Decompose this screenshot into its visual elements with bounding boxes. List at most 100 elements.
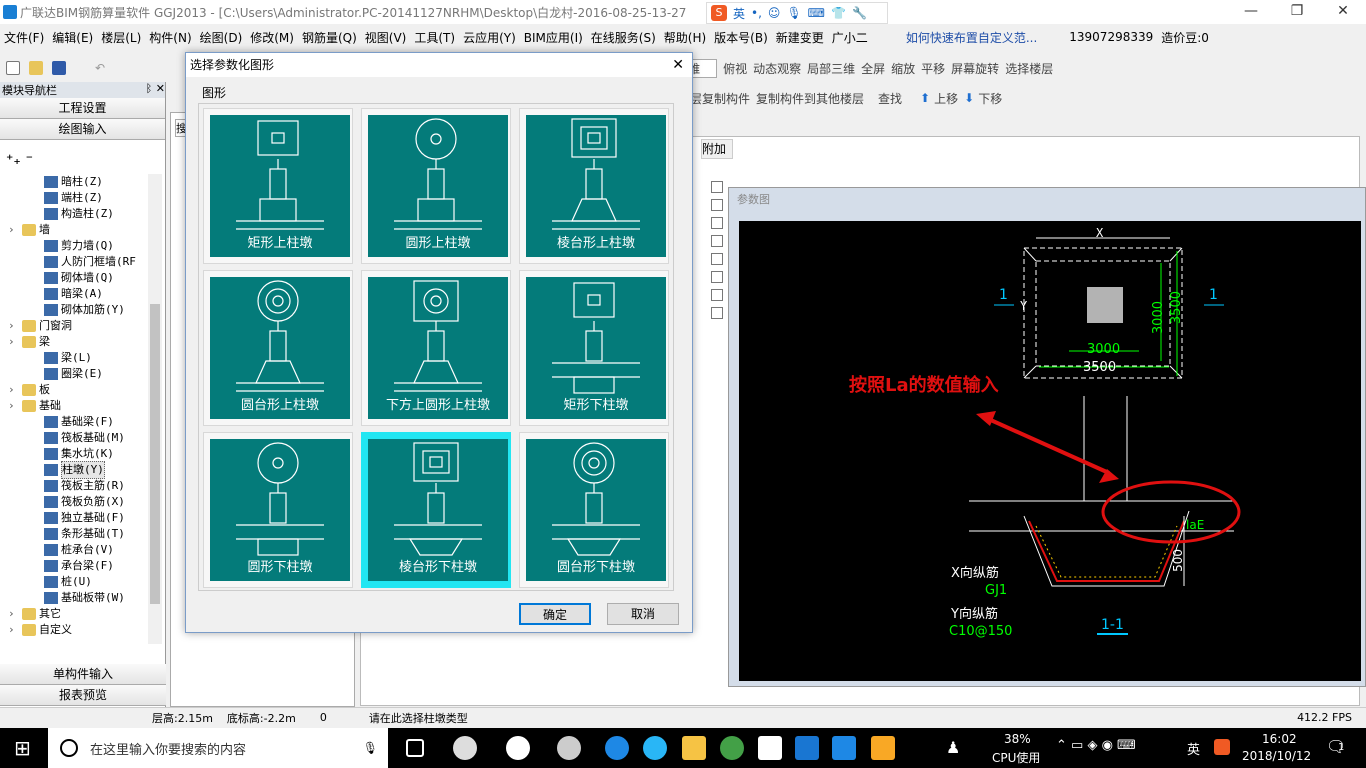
clock-date[interactable]: 2018/10/12 [1242, 749, 1311, 763]
keyboard-icon[interactable]: ⌨ [808, 6, 825, 20]
glodon-ggj-icon[interactable] [832, 736, 856, 760]
copy-to-other-floor-button[interactable]: 复制构件到其他楼层 [756, 90, 864, 107]
single-component-input-button[interactable]: 单构件输入 [0, 664, 166, 685]
expand-chevron-icon[interactable]: › [8, 334, 18, 350]
partial-3d-button[interactable]: 局部三维 [807, 60, 855, 77]
help-link[interactable]: 如何快速布置自定义范... [902, 29, 1041, 46]
shape-option[interactable]: 棱台形上柱墩 [519, 108, 669, 264]
taskbar-search[interactable]: 在这里输入你要搜索的内容 🎙 [48, 728, 388, 768]
menu-version[interactable]: 版本号(B) [710, 29, 772, 46]
expand-chevron-icon[interactable]: › [8, 398, 18, 414]
zoom-button[interactable]: 缩放 [891, 60, 915, 77]
dialog-close-button[interactable]: ✕ [672, 53, 684, 77]
tray-icons[interactable]: ⌃ ▭ ◈ ◉ ⌨ [1056, 738, 1136, 753]
people-icon[interactable]: ♟ [946, 738, 960, 757]
shape-option[interactable]: 矩形下柱墩 [519, 270, 669, 426]
expand-chevron-icon[interactable]: › [8, 318, 18, 334]
skin-icon[interactable]: 👕 [831, 6, 846, 20]
tree-item[interactable]: 集水坑(K) [0, 446, 150, 462]
menu-online[interactable]: 在线服务(S) [587, 29, 660, 46]
tree-item[interactable]: › 基础 [0, 398, 150, 414]
shape-option[interactable]: 圆台形下柱墩 [519, 432, 669, 588]
pin-close-icons[interactable]: ᛒ ✕ [146, 82, 165, 98]
tree-item[interactable]: 端柱(Z) [0, 190, 150, 206]
select-floor-button[interactable]: 选择楼层 [1005, 60, 1053, 77]
tree-item[interactable]: 条形基础(T) [0, 526, 150, 542]
menu-component[interactable]: 构件(N) [145, 29, 195, 46]
tree-item[interactable]: › 其它 [0, 606, 150, 622]
tree-scrollbar[interactable] [148, 174, 162, 644]
pan-button[interactable]: 平移 [921, 60, 945, 77]
tree-item[interactable]: 圈梁(E) [0, 366, 150, 382]
menu-tools[interactable]: 工具(T) [410, 29, 459, 46]
shape-option[interactable]: 圆形下柱墩 [203, 432, 353, 588]
green-app-icon[interactable] [720, 736, 744, 760]
tree-item[interactable]: 桩承台(V) [0, 542, 150, 558]
menu-rebar[interactable]: 钢筋量(Q) [298, 29, 361, 46]
new-file-icon[interactable] [6, 61, 23, 75]
save-icon[interactable] [52, 61, 69, 75]
menu-modify[interactable]: 修改(M) [246, 29, 298, 46]
find-button[interactable]: 查找 [878, 90, 902, 107]
tree-item[interactable]: › 梁 [0, 334, 150, 350]
shape-option[interactable]: 棱台形下柱墩 [361, 432, 511, 588]
menu-edit[interactable]: 编辑(E) [48, 29, 97, 46]
expand-chevron-icon[interactable]: › [8, 606, 18, 622]
expand-chevron-icon[interactable]: › [8, 222, 18, 238]
expand-collapse-icons[interactable]: ⁺₊ ⁻ [6, 152, 33, 168]
undo-icon[interactable]: ↶ [95, 61, 105, 75]
ie-old-icon[interactable] [506, 736, 530, 760]
sogou-icon[interactable]: S [711, 5, 727, 21]
expand-chevron-icon[interactable]: › [8, 622, 18, 638]
fan-app-icon[interactable] [453, 736, 477, 760]
tree-item[interactable]: 独立基础(F) [0, 510, 150, 526]
minimize-button[interactable]: — [1228, 0, 1274, 24]
tree-item[interactable]: 暗柱(Z) [0, 174, 150, 190]
tree-item[interactable]: › 门窗洞 [0, 318, 150, 334]
ime-mode-label[interactable]: 英 [733, 5, 745, 22]
tree-item[interactable]: 筏板主筋(R) [0, 478, 150, 494]
user-phone[interactable]: 13907298339 [1065, 30, 1157, 44]
tree-item[interactable]: 桩(U) [0, 574, 150, 590]
tree-item[interactable]: › 墙 [0, 222, 150, 238]
sogou-tray-icon[interactable] [1214, 739, 1230, 755]
menu-draw[interactable]: 绘图(D) [196, 29, 247, 46]
spiral-app-icon[interactable] [557, 736, 581, 760]
edge-icon[interactable] [605, 736, 629, 760]
menu-assistant[interactable]: 广小二 [828, 29, 872, 46]
menu-bim[interactable]: BIM应用(I) [520, 29, 587, 46]
tree-item[interactable]: 构造柱(Z) [0, 206, 150, 222]
tree-item[interactable]: › 自定义 [0, 622, 150, 638]
file-explorer-icon[interactable] [682, 736, 706, 760]
windows-start-icon[interactable]: ⊞ [14, 736, 38, 760]
notes-app-icon[interactable] [871, 736, 895, 760]
move-down-button[interactable]: ⬇ 下移 [964, 90, 1002, 107]
menu-floor[interactable]: 楼层(L) [97, 29, 145, 46]
clock-time[interactable]: 16:02 [1262, 732, 1297, 746]
top-view-button[interactable]: 俯视 [723, 60, 747, 77]
fullscreen-button[interactable]: 全屏 [861, 60, 885, 77]
tree-item[interactable]: 基础板带(W) [0, 590, 150, 606]
tree-item[interactable]: 柱墩(Y) [0, 461, 150, 479]
project-settings-button[interactable]: 工程设置 [0, 98, 165, 119]
punct-icon[interactable]: •, [751, 6, 762, 20]
tree-item[interactable]: › 板 [0, 382, 150, 398]
menu-help[interactable]: 帮助(H) [660, 29, 710, 46]
tree-item[interactable]: 梁(L) [0, 350, 150, 366]
cancel-button[interactable]: 取消 [607, 603, 679, 625]
grid-checkbox-column[interactable] [711, 181, 725, 381]
tree-item[interactable]: 承台梁(F) [0, 558, 150, 574]
glodon-g-icon[interactable] [795, 736, 819, 760]
tools-icon[interactable]: 🔧 [852, 6, 867, 20]
tree-item[interactable]: 砌体加筋(Y) [0, 302, 150, 318]
menu-file[interactable]: 文件(F) [0, 29, 48, 46]
ime-indicator[interactable]: 英 [1187, 739, 1200, 758]
tree-item[interactable]: 人防门框墙(RF [0, 254, 150, 270]
orbit-button[interactable]: 动态观察 [753, 60, 801, 77]
close-button[interactable]: ✕ [1320, 0, 1366, 24]
tree-item[interactable]: 砌体墙(Q) [0, 270, 150, 286]
tree-item[interactable]: 剪力墙(Q) [0, 238, 150, 254]
menu-view[interactable]: 视图(V) [361, 29, 411, 46]
shape-option[interactable]: 圆形上柱墩 [361, 108, 511, 264]
mic-icon[interactable]: 🎙 [786, 6, 801, 20]
